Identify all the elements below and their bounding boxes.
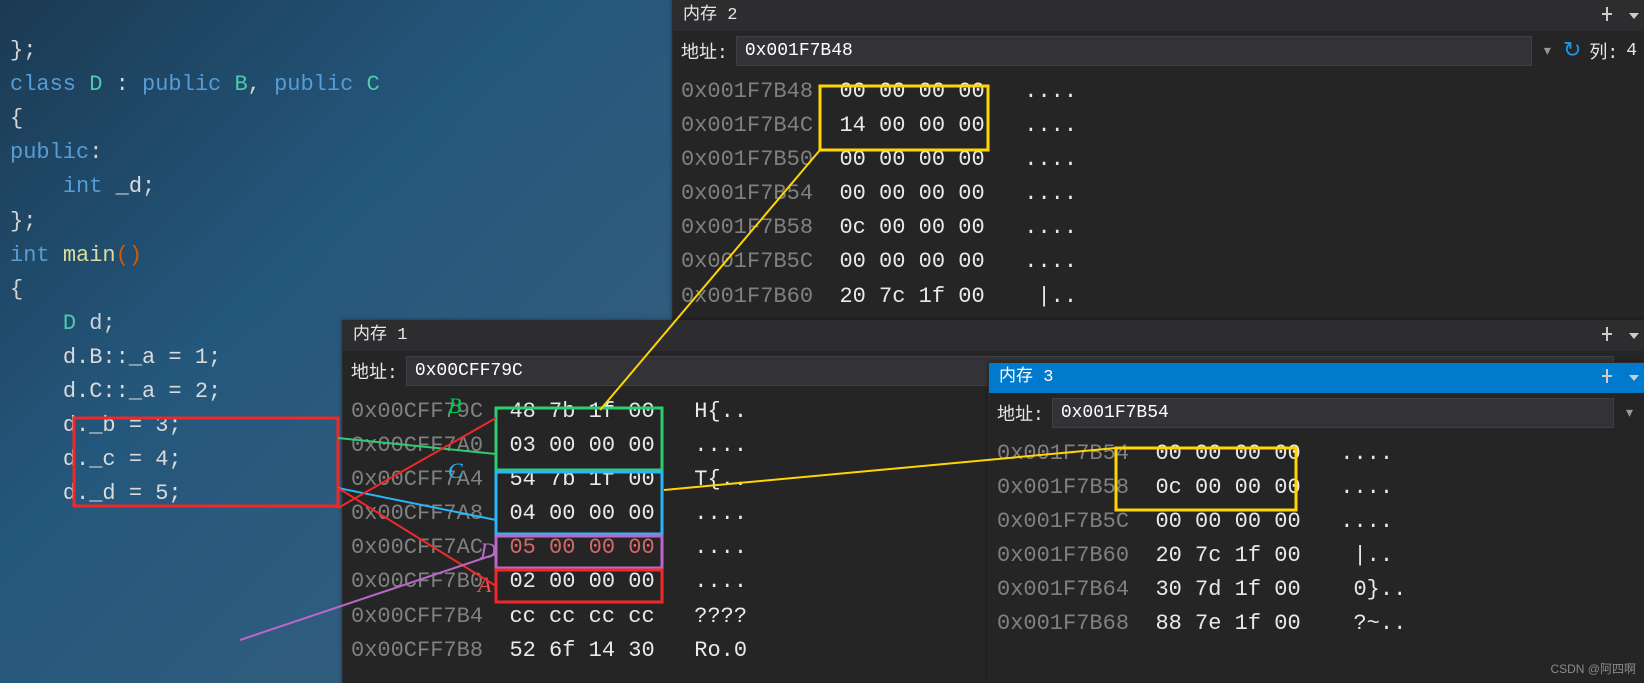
address-label: 地址: bbox=[351, 358, 398, 384]
legend-B: B bbox=[448, 393, 461, 419]
memory2-dump: 0x001F7B48 00 00 00 00 ....0x001F7B4C 14… bbox=[673, 71, 1644, 320]
memory-row: 0x001F7B60 20 7c 1f 00 |.. bbox=[681, 280, 1644, 314]
memory-row: 0x001F7B58 0c 00 00 00 .... bbox=[681, 211, 1644, 245]
memory3-dump: 0x001F7B54 00 00 00 00 ....0x001F7B58 0c… bbox=[989, 433, 1644, 648]
chevron-down-icon[interactable] bbox=[1629, 333, 1639, 339]
memory3-title: 内存 3 bbox=[999, 368, 1053, 387]
memory-row: 0x001F7B54 00 00 00 00 .... bbox=[681, 177, 1644, 211]
memory-panel-2: 内存 2 地址: ▾ ↻ 列: 4 0x001F7B48 00 00 00 00… bbox=[672, 0, 1644, 322]
memory-panel-3: 内存 3 地址: ▾ 0x001F7B54 00 00 00 00 ....0x… bbox=[988, 362, 1644, 683]
legend-A: A bbox=[478, 572, 491, 598]
code-text: }; bbox=[10, 38, 36, 63]
memory-row: 0x001F7B58 0c 00 00 00 .... bbox=[997, 471, 1644, 505]
memory-row: 0x001F7B68 88 7e 1f 00 ?~.. bbox=[997, 607, 1644, 641]
memory-row: 0x001F7B50 00 00 00 00 .... bbox=[681, 143, 1644, 177]
refresh-icon[interactable]: ↻ bbox=[1563, 38, 1581, 64]
memory-row: 0x001F7B60 20 7c 1f 00 |.. bbox=[997, 539, 1644, 573]
watermark: CSDN @阿四啊 bbox=[1550, 660, 1636, 677]
chevron-down-icon[interactable] bbox=[1629, 13, 1639, 19]
memory-row: 0x001F7B54 00 00 00 00 .... bbox=[997, 437, 1644, 471]
chevron-down-icon[interactable] bbox=[1629, 375, 1639, 381]
memory-row: 0x001F7B5C 00 00 00 00 .... bbox=[681, 245, 1644, 279]
memory-row: 0x001F7B48 00 00 00 00 .... bbox=[681, 75, 1644, 109]
chevron-down-icon[interactable]: ▾ bbox=[1540, 43, 1555, 60]
memory2-titlebar[interactable]: 内存 2 bbox=[673, 1, 1644, 31]
columns-label: 列: bbox=[1589, 38, 1618, 64]
columns-value: 4 bbox=[1626, 41, 1637, 61]
legend-D: D bbox=[480, 538, 496, 564]
memory2-address-input[interactable] bbox=[736, 36, 1532, 66]
close-icon[interactable] bbox=[1599, 7, 1615, 23]
address-label: 地址: bbox=[681, 38, 728, 64]
memory-row: 0x001F7B4C 14 00 00 00 .... bbox=[681, 109, 1644, 143]
memory1-title: 内存 1 bbox=[353, 326, 407, 345]
memory3-address-input[interactable] bbox=[1052, 398, 1614, 428]
address-label: 地址: bbox=[997, 400, 1044, 426]
memory-row: 0x001F7B64 30 7d 1f 00 0}.. bbox=[997, 573, 1644, 607]
memory-row: 0x001F7B5C 00 00 00 00 .... bbox=[997, 505, 1644, 539]
close-icon[interactable] bbox=[1599, 327, 1615, 343]
legend-C: C bbox=[448, 458, 463, 484]
memory3-titlebar[interactable]: 内存 3 bbox=[989, 363, 1644, 393]
memory2-title: 内存 2 bbox=[683, 6, 737, 25]
chevron-down-icon[interactable]: ▾ bbox=[1622, 405, 1637, 422]
close-icon[interactable] bbox=[1599, 369, 1615, 385]
memory1-titlebar[interactable]: 内存 1 bbox=[343, 321, 1644, 351]
